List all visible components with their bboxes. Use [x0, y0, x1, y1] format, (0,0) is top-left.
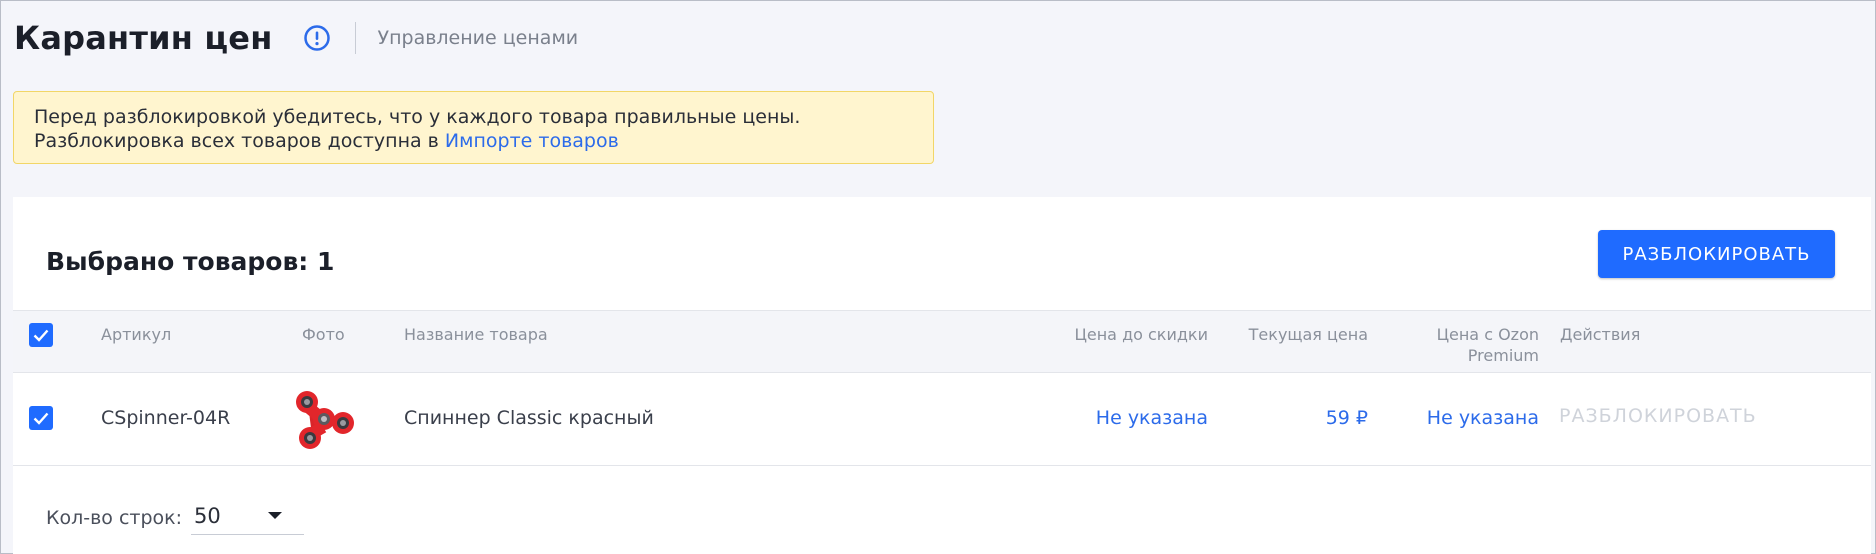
page-title: Карантин цен — [14, 19, 273, 57]
column-name: Название товара — [404, 325, 548, 344]
page-header: Карантин цен Управление ценами — [14, 18, 578, 58]
row-current-price[interactable]: 59 ₽ — [1213, 407, 1368, 429]
products-card: Выбрано товаров: 1 РАЗБЛОКИРОВАТЬ Артику… — [13, 197, 1871, 554]
row-checkbox[interactable] — [29, 406, 53, 430]
column-photo: Фото — [302, 325, 345, 344]
rows-per-page-label: Кол-во строк: — [46, 507, 183, 529]
product-photo[interactable] — [290, 386, 358, 452]
notice-line-2: Разблокировка всех товаров доступна в Им… — [34, 129, 913, 153]
column-premium-price: Цена с Ozon Premium — [1373, 324, 1539, 366]
table-row: CSpinner-04R Спиннер Classic красный Не … — [13, 373, 1871, 466]
check-icon — [33, 412, 49, 425]
check-icon — [33, 329, 49, 342]
info-icon[interactable] — [303, 24, 331, 52]
column-actions: Действия — [1560, 325, 1641, 344]
notice-line-2-text: Разблокировка всех товаров доступна в — [34, 130, 445, 152]
unlock-selected-button[interactable]: РАЗБЛОКИРОВАТЬ — [1598, 230, 1835, 278]
column-premium-price-line2: Premium — [1467, 346, 1539, 365]
row-sku: CSpinner-04R — [101, 407, 231, 429]
column-current-price: Текущая цена — [1248, 325, 1368, 344]
row-product-name[interactable]: Спиннер Classic красный — [404, 407, 654, 429]
warning-notice: Перед разблокировкой убедитесь, что у ка… — [13, 91, 934, 164]
header-divider — [354, 22, 356, 54]
row-price-before-discount[interactable]: Не указана — [1013, 407, 1208, 429]
price-management-link[interactable]: Управление ценами — [378, 27, 579, 49]
fidget-spinner-icon — [296, 391, 354, 449]
notice-line-1: Перед разблокировкой убедитесь, что у ка… — [34, 106, 801, 128]
row-premium-price[interactable]: Не указана — [1373, 407, 1539, 429]
column-sku: Артикул — [101, 325, 172, 344]
column-price-before-discount: Цена до скидки — [1074, 325, 1208, 344]
rows-per-page-value: 50 — [194, 503, 221, 528]
select-all-checkbox[interactable] — [29, 323, 53, 347]
chevron-down-icon — [268, 512, 282, 519]
rows-per-page-select[interactable]: 50 — [191, 497, 304, 535]
import-products-link[interactable]: Импорте товаров — [445, 130, 619, 152]
table-header: Артикул Фото Название товара Цена до ски… — [13, 310, 1871, 373]
selected-count: Выбрано товаров: 1 — [46, 247, 335, 276]
row-unlock-button[interactable]: РАЗБЛОКИРОВАТЬ — [1559, 405, 1757, 427]
column-premium-price-line1: Цена с Ozon — [1436, 325, 1539, 344]
